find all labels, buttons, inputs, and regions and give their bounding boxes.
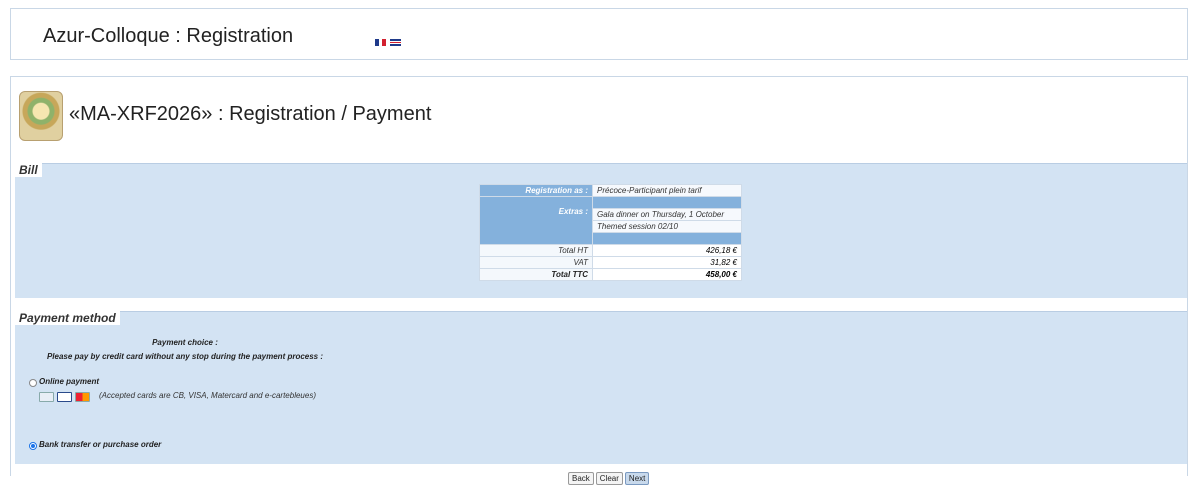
flag-fr-icon[interactable] [375, 39, 387, 46]
payment-legend: Payment method [15, 311, 120, 325]
app-title: Azur-Colloque : Registration [43, 25, 294, 47]
accepted-cards-text: (Accepted cards are CB, VISA, Matercard … [99, 391, 316, 400]
top-header-bar: Azur-Colloque : Registration [10, 8, 1188, 60]
vat-value: 31,82 € [592, 256, 742, 269]
next-button[interactable]: Next [624, 472, 650, 485]
bank-transfer-label[interactable]: Bank transfer or purchase order [39, 440, 161, 449]
bill-section: Bill Registration as : Précoce-Participa… [15, 163, 1187, 298]
extras-label: Extras : [479, 196, 593, 245]
form-buttons: Back Clear Next [568, 472, 650, 485]
extra-item: Gala dinner on Thursday, 1 October [592, 208, 742, 221]
total-ht-value: 426,18 € [592, 244, 742, 257]
total-ttc-value: 458,00 € [592, 268, 742, 281]
online-payment-radio[interactable] [29, 379, 37, 387]
payment-section: Payment method Payment choice : Please p… [15, 311, 1187, 464]
extras-spacer [592, 232, 742, 245]
registration-value: Précoce-Participant plein tarif [592, 184, 742, 197]
flag-uk-icon[interactable] [390, 39, 401, 46]
payment-instruction: Please pay by credit card without any st… [46, 352, 324, 361]
extra-item: Themed session 02/10 [592, 220, 742, 233]
total-ttc-label: Total TTC [479, 268, 593, 281]
bank-transfer-radio[interactable] [29, 442, 37, 450]
back-button[interactable]: Back [568, 472, 594, 485]
page-title: «MA-XRF2026» : Registration / Payment [69, 103, 432, 125]
mastercard-icon [75, 392, 90, 402]
extras-spacer [592, 196, 742, 209]
vat-label: VAT [479, 256, 593, 269]
payment-choice-label: Payment choice : [152, 338, 218, 347]
online-payment-label[interactable]: Online payment [39, 377, 99, 386]
registration-label: Registration as : [479, 184, 593, 197]
total-ht-label: Total HT [479, 244, 593, 257]
bill-table: Registration as : Précoce-Participant pl… [479, 184, 742, 281]
cb-card-icon [39, 392, 54, 402]
visa-card-icon [57, 392, 72, 402]
conference-logo [19, 91, 63, 141]
clear-button[interactable]: Clear [595, 472, 623, 485]
bill-legend: Bill [15, 163, 42, 177]
main-panel: «MA-XRF2026» : Registration / Payment Bi… [10, 76, 1188, 476]
